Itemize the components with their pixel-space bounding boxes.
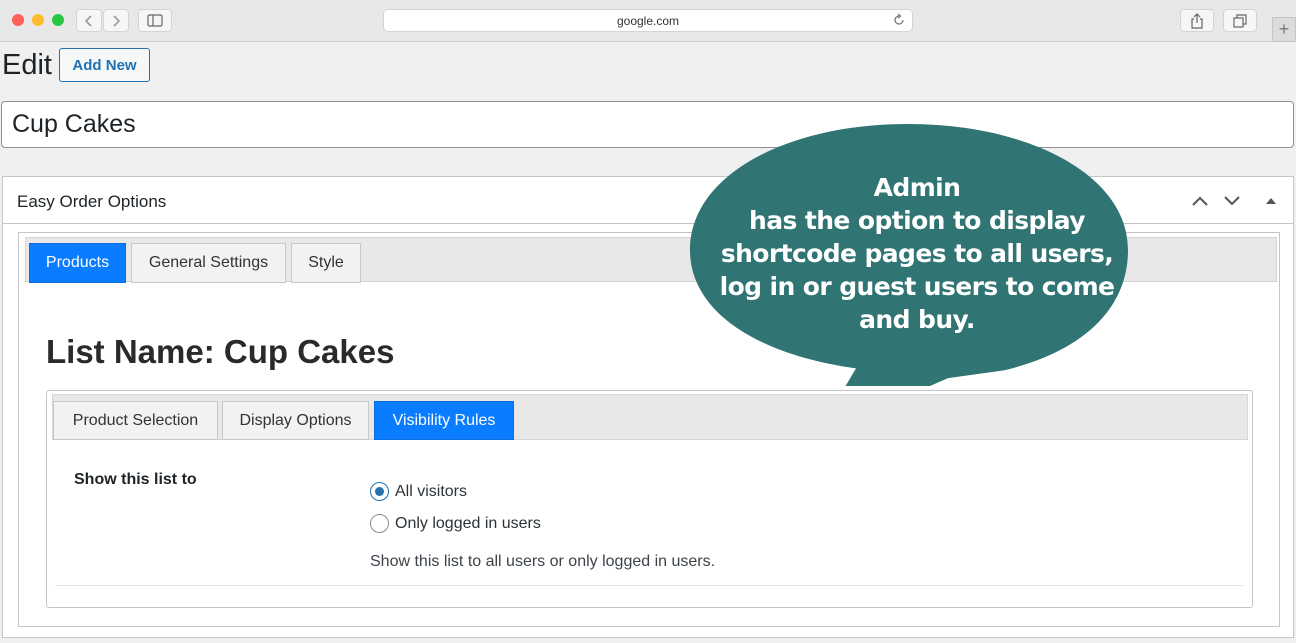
show-tabs-button[interactable] [1223, 9, 1257, 32]
reload-icon[interactable] [892, 13, 906, 27]
tab-visibility-rules[interactable]: Visibility Rules [374, 401, 514, 440]
title-input-value: Cup Cakes [12, 110, 136, 138]
tab-product-selection[interactable]: Product Selection [53, 401, 218, 440]
chevron-down-icon [1224, 196, 1240, 206]
add-new-button[interactable]: Add New [59, 48, 150, 82]
back-button[interactable] [76, 9, 102, 32]
list-name-heading: List Name: Cup Cakes [46, 333, 395, 370]
list-settings-tab-bar: Product Selection Display Options Visibi… [52, 394, 1248, 440]
plus-icon: + [1278, 19, 1290, 39]
address-bar[interactable]: google.com [383, 9, 913, 32]
share-icon [1191, 12, 1203, 29]
maximize-window-button[interactable] [52, 14, 64, 26]
minimize-window-button[interactable] [32, 14, 44, 26]
sidebar-toggle-button[interactable] [138, 9, 172, 32]
logged-in-option[interactable]: Only logged in users [370, 514, 541, 533]
tab-general-settings[interactable]: General Settings [131, 243, 286, 283]
all-visitors-option[interactable]: All visitors [370, 482, 467, 501]
list-settings-panel: Product Selection Display Options Visibi… [46, 390, 1253, 608]
logged-in-radio[interactable] [370, 514, 389, 533]
callout-line: has the option to display [749, 206, 1086, 235]
caret-up-icon [1266, 198, 1276, 204]
tab-products[interactable]: Products [29, 243, 126, 283]
sidebar-icon [147, 14, 163, 27]
share-button[interactable] [1180, 9, 1214, 32]
url-text: google.com [616, 13, 680, 28]
callout-line: shortcode pages to all users, [720, 239, 1114, 268]
all-visitors-radio[interactable] [370, 482, 389, 501]
move-down-button[interactable] [1221, 191, 1243, 211]
toggle-panel-button[interactable] [1260, 191, 1282, 211]
metabox-title: Easy Order Options [17, 192, 167, 211]
tab-style[interactable]: Style [291, 243, 361, 283]
tabs-icon [1233, 13, 1247, 28]
chevron-left-icon [84, 14, 92, 27]
callout-line: log in or guest users to come [719, 272, 1115, 301]
forward-button[interactable] [103, 9, 129, 32]
visibility-description: Show this list to all users or only logg… [370, 553, 716, 570]
show-list-to-label: Show this list to [74, 471, 197, 488]
page-title: Edit [2, 49, 52, 81]
callout-text: Admin has the option to display shortcod… [688, 171, 1146, 336]
callout-line: and buy. [859, 305, 975, 334]
tab-display-options[interactable]: Display Options [222, 401, 369, 440]
move-up-button[interactable] [1189, 191, 1211, 211]
callout-line: Admin [873, 173, 961, 202]
logged-in-label: Only logged in users [395, 514, 541, 532]
chevron-right-icon [113, 14, 121, 27]
new-tab-button[interactable]: + [1272, 17, 1296, 42]
close-window-button[interactable] [12, 14, 24, 26]
all-visitors-label: All visitors [395, 482, 468, 500]
browser-toolbar: google.com + [0, 0, 1296, 42]
chevron-up-icon [1192, 196, 1208, 206]
divider [55, 585, 1244, 586]
